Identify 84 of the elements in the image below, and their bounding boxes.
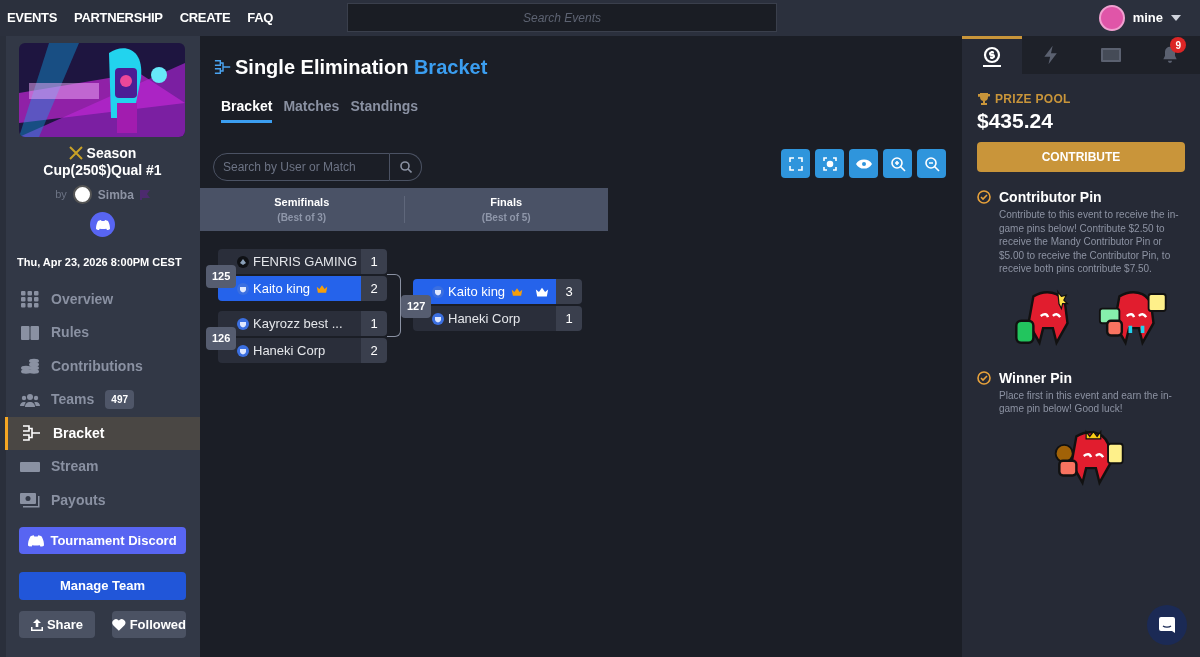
reward-description: Place first in this event and earn the in-game pin below! Good luck! [999, 388, 1173, 416]
reward-title: Winner Pin [999, 368, 1073, 388]
follow-button[interactable]: Followed [112, 611, 186, 638]
upload-icon [30, 618, 43, 631]
round-format: (Best of 5) [481, 211, 531, 226]
search-field[interactable]: Search Events [347, 3, 777, 32]
caret-icon[interactable] [1171, 14, 1181, 22]
nav-link[interactable]: FAQ [247, 8, 273, 28]
coins-icon [20, 356, 40, 377]
view-button[interactable] [849, 149, 878, 178]
bracket-icon [22, 423, 42, 444]
reward-description: Contribute to this event to receive the in-game pins below! Contribute $2.50 to receive the Mandy Contributor Pin or $5.00 to receive the Contributor Pin, to receive both pins contribute $7.50. [999, 208, 1180, 276]
shield-icon [432, 312, 444, 325]
shield-icon [237, 282, 249, 295]
focus-button[interactable] [815, 149, 844, 178]
discord-button[interactable] [90, 212, 115, 237]
score-cell: 2 [361, 338, 387, 363]
discord-icon [95, 218, 110, 231]
round-title: Semifinals [274, 194, 330, 210]
fullscreen-button[interactable] [781, 149, 810, 178]
score-cell: 2 [361, 276, 387, 301]
match-number: 127 [401, 295, 432, 318]
sidebar-item[interactable]: Bracket [5, 416, 200, 450]
tab[interactable]: Standings [350, 96, 419, 123]
crown-icon [535, 285, 550, 298]
nav-link[interactable]: PARTNERSHIP [74, 8, 163, 28]
sidebar-item[interactable]: Contributions [6, 349, 200, 383]
search-icon [399, 161, 412, 173]
prize-pool-label: PRIZE POOL [995, 91, 1071, 108]
expand-icon [787, 155, 804, 172]
focus-icon [821, 155, 838, 172]
manage-team-button[interactable]: Manage Team [19, 572, 186, 600]
organizer-avatar [72, 185, 92, 204]
notification-badge: 9 [1170, 37, 1187, 53]
event-title: Season Cup(250$)Qual #1 [42, 145, 163, 179]
match-number: 126 [206, 327, 237, 350]
round-format: (Best of 3) [277, 211, 327, 226]
sidebar-item[interactable]: Overview [6, 282, 200, 316]
chat-button[interactable] [1147, 605, 1187, 645]
share-button[interactable]: Share [19, 611, 95, 638]
flag-icon [139, 189, 150, 200]
check-circle-icon [977, 370, 991, 385]
bracket-icon [214, 58, 232, 76]
trophy-icon [977, 92, 991, 106]
sidebar-item[interactable]: Teams 497 [6, 383, 200, 417]
shield-icon [237, 317, 249, 330]
shield-icon [432, 285, 444, 298]
round-title: Finals [490, 194, 523, 210]
discord-server-button[interactable]: Tournament Discord [19, 527, 186, 554]
check-circle-icon [977, 190, 991, 204]
score-cell: 1 [361, 311, 387, 336]
tab[interactable]: Bracket [221, 96, 273, 123]
score-cell: 3 [556, 279, 582, 304]
cash-icon [20, 490, 40, 511]
nav-link[interactable]: EVENTS [7, 8, 58, 28]
zoom-out-button[interactable] [917, 149, 946, 178]
discord-icon [28, 534, 45, 547]
event-date: Thu, Apr 23, 2026 8:00PM CEST [17, 255, 182, 270]
panel-tab[interactable] [962, 36, 1022, 74]
shield-icon [237, 344, 249, 357]
by-label: by [55, 187, 67, 203]
chat-icon [1159, 617, 1175, 633]
prize-amount: $435.24 [977, 108, 1054, 134]
heart-icon [112, 618, 126, 631]
page-title: Single Elimination Bracket [235, 55, 488, 80]
tab[interactable]: Matches [283, 96, 340, 123]
grid-icon [20, 289, 40, 310]
sidebar-item[interactable]: Rules [6, 316, 200, 350]
count-badge: 497 [105, 390, 134, 410]
sidebar-item[interactable]: Payouts [6, 483, 200, 517]
score-cell: 1 [556, 306, 582, 331]
nav-link[interactable]: CREATE [179, 8, 231, 28]
match-number: 125 [206, 265, 237, 288]
zoom-in-icon [889, 155, 906, 172]
avatar[interactable] [1098, 5, 1125, 31]
user-name[interactable]: mine [1132, 8, 1163, 28]
zoom-out-icon [923, 155, 940, 172]
score-cell: 1 [361, 249, 387, 274]
zoom-in-button[interactable] [883, 149, 912, 178]
bracket-search-field[interactable]: Search by User or Match [213, 153, 390, 181]
team-logo-icon [237, 255, 249, 268]
reward-title: Contributor Pin [999, 188, 1103, 207]
sidebar-item[interactable]: Stream [6, 450, 200, 484]
organizer-name[interactable]: Simba [97, 185, 134, 204]
